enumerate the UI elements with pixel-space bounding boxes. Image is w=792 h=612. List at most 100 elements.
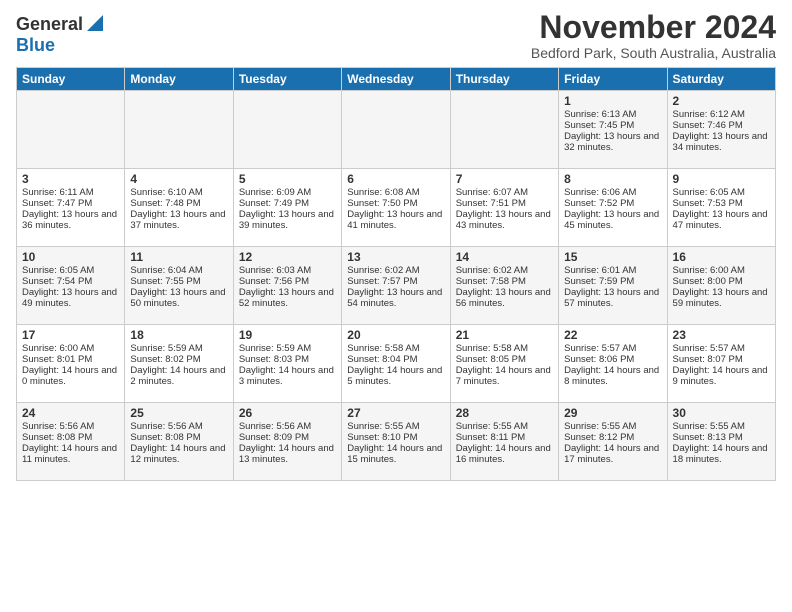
day-info: Sunrise: 6:08 AM bbox=[347, 187, 444, 198]
day-info: Sunset: 8:13 PM bbox=[673, 432, 770, 443]
day-info: Sunset: 7:59 PM bbox=[564, 276, 661, 287]
calendar-cell: 25Sunrise: 5:56 AMSunset: 8:08 PMDayligh… bbox=[125, 403, 233, 481]
calendar-cell: 18Sunrise: 5:59 AMSunset: 8:02 PMDayligh… bbox=[125, 325, 233, 403]
day-info: Daylight: 13 hours and 43 minutes. bbox=[456, 209, 553, 231]
day-number: 21 bbox=[456, 328, 553, 342]
day-info: Daylight: 13 hours and 37 minutes. bbox=[130, 209, 227, 231]
day-info: Daylight: 14 hours and 8 minutes. bbox=[564, 365, 661, 387]
day-number: 12 bbox=[239, 250, 336, 264]
calendar-cell: 30Sunrise: 5:55 AMSunset: 8:13 PMDayligh… bbox=[667, 403, 775, 481]
day-info: Sunset: 8:01 PM bbox=[22, 354, 119, 365]
day-info: Daylight: 13 hours and 59 minutes. bbox=[673, 287, 770, 309]
day-info: Sunrise: 5:58 AM bbox=[456, 343, 553, 354]
day-number: 5 bbox=[239, 172, 336, 186]
day-info: Sunset: 7:54 PM bbox=[22, 276, 119, 287]
day-info: Sunrise: 5:55 AM bbox=[673, 421, 770, 432]
day-info: Daylight: 13 hours and 49 minutes. bbox=[22, 287, 119, 309]
day-info: Sunrise: 5:56 AM bbox=[239, 421, 336, 432]
day-info: Sunrise: 6:13 AM bbox=[564, 109, 661, 120]
day-number: 28 bbox=[456, 406, 553, 420]
day-info: Sunset: 8:04 PM bbox=[347, 354, 444, 365]
day-info: Sunset: 7:56 PM bbox=[239, 276, 336, 287]
logo-blue: Blue bbox=[16, 35, 55, 56]
calendar-cell bbox=[233, 91, 341, 169]
calendar-cell: 23Sunrise: 5:57 AMSunset: 8:07 PMDayligh… bbox=[667, 325, 775, 403]
calendar-week-1: 1Sunrise: 6:13 AMSunset: 7:45 PMDaylight… bbox=[17, 91, 776, 169]
calendar-week-4: 17Sunrise: 6:00 AMSunset: 8:01 PMDayligh… bbox=[17, 325, 776, 403]
calendar-header-tuesday: Tuesday bbox=[233, 68, 341, 91]
day-info: Daylight: 13 hours and 54 minutes. bbox=[347, 287, 444, 309]
day-info: Sunset: 7:57 PM bbox=[347, 276, 444, 287]
day-info: Daylight: 13 hours and 56 minutes. bbox=[456, 287, 553, 309]
header: General Blue November 2024 Bedford Park,… bbox=[16, 10, 776, 61]
day-number: 18 bbox=[130, 328, 227, 342]
day-info: Sunrise: 5:59 AM bbox=[239, 343, 336, 354]
day-info: Sunrise: 6:00 AM bbox=[673, 265, 770, 276]
day-info: Sunset: 7:45 PM bbox=[564, 120, 661, 131]
calendar-cell: 28Sunrise: 5:55 AMSunset: 8:11 PMDayligh… bbox=[450, 403, 558, 481]
day-info: Sunset: 7:46 PM bbox=[673, 120, 770, 131]
day-info: Sunset: 7:48 PM bbox=[130, 198, 227, 209]
calendar-table: SundayMondayTuesdayWednesdayThursdayFrid… bbox=[16, 67, 776, 481]
day-number: 22 bbox=[564, 328, 661, 342]
calendar-cell bbox=[17, 91, 125, 169]
day-info: Sunset: 8:07 PM bbox=[673, 354, 770, 365]
day-number: 6 bbox=[347, 172, 444, 186]
day-info: Sunset: 8:05 PM bbox=[456, 354, 553, 365]
logo: General Blue bbox=[16, 10, 105, 56]
calendar-cell: 13Sunrise: 6:02 AMSunset: 7:57 PMDayligh… bbox=[342, 247, 450, 325]
day-number: 7 bbox=[456, 172, 553, 186]
calendar-header-sunday: Sunday bbox=[17, 68, 125, 91]
day-info: Sunset: 7:50 PM bbox=[347, 198, 444, 209]
calendar-header-saturday: Saturday bbox=[667, 68, 775, 91]
logo-general: General bbox=[16, 14, 83, 35]
title-block: November 2024 Bedford Park, South Austra… bbox=[531, 10, 776, 61]
day-number: 3 bbox=[22, 172, 119, 186]
day-info: Sunrise: 5:55 AM bbox=[456, 421, 553, 432]
calendar-cell: 9Sunrise: 6:05 AMSunset: 7:53 PMDaylight… bbox=[667, 169, 775, 247]
page: General Blue November 2024 Bedford Park,… bbox=[0, 0, 792, 491]
day-number: 10 bbox=[22, 250, 119, 264]
calendar-cell: 24Sunrise: 5:56 AMSunset: 8:08 PMDayligh… bbox=[17, 403, 125, 481]
day-info: Sunset: 8:02 PM bbox=[130, 354, 227, 365]
day-info: Sunrise: 6:05 AM bbox=[22, 265, 119, 276]
calendar-cell: 22Sunrise: 5:57 AMSunset: 8:06 PMDayligh… bbox=[559, 325, 667, 403]
calendar-header-monday: Monday bbox=[125, 68, 233, 91]
day-info: Daylight: 13 hours and 57 minutes. bbox=[564, 287, 661, 309]
calendar-cell: 3Sunrise: 6:11 AMSunset: 7:47 PMDaylight… bbox=[17, 169, 125, 247]
calendar-cell: 27Sunrise: 5:55 AMSunset: 8:10 PMDayligh… bbox=[342, 403, 450, 481]
day-info: Sunset: 7:47 PM bbox=[22, 198, 119, 209]
calendar-cell: 20Sunrise: 5:58 AMSunset: 8:04 PMDayligh… bbox=[342, 325, 450, 403]
day-info: Daylight: 14 hours and 3 minutes. bbox=[239, 365, 336, 387]
day-info: Daylight: 14 hours and 15 minutes. bbox=[347, 443, 444, 465]
calendar-week-3: 10Sunrise: 6:05 AMSunset: 7:54 PMDayligh… bbox=[17, 247, 776, 325]
day-number: 26 bbox=[239, 406, 336, 420]
day-number: 20 bbox=[347, 328, 444, 342]
day-info: Sunrise: 6:03 AM bbox=[239, 265, 336, 276]
page-title: November 2024 bbox=[531, 10, 776, 45]
day-number: 11 bbox=[130, 250, 227, 264]
day-number: 16 bbox=[673, 250, 770, 264]
day-number: 17 bbox=[22, 328, 119, 342]
page-subtitle: Bedford Park, South Australia, Australia bbox=[531, 45, 776, 61]
day-info: Sunrise: 6:07 AM bbox=[456, 187, 553, 198]
day-number: 13 bbox=[347, 250, 444, 264]
calendar-cell bbox=[450, 91, 558, 169]
day-info: Sunrise: 5:57 AM bbox=[564, 343, 661, 354]
calendar-cell: 6Sunrise: 6:08 AMSunset: 7:50 PMDaylight… bbox=[342, 169, 450, 247]
calendar-cell: 2Sunrise: 6:12 AMSunset: 7:46 PMDaylight… bbox=[667, 91, 775, 169]
calendar-header-row: SundayMondayTuesdayWednesdayThursdayFrid… bbox=[17, 68, 776, 91]
day-info: Daylight: 14 hours and 2 minutes. bbox=[130, 365, 227, 387]
day-info: Sunrise: 6:10 AM bbox=[130, 187, 227, 198]
day-number: 14 bbox=[456, 250, 553, 264]
day-info: Sunrise: 6:02 AM bbox=[456, 265, 553, 276]
day-info: Sunset: 7:53 PM bbox=[673, 198, 770, 209]
day-number: 2 bbox=[673, 94, 770, 108]
day-number: 29 bbox=[564, 406, 661, 420]
day-info: Sunset: 8:03 PM bbox=[239, 354, 336, 365]
day-info: Sunset: 8:08 PM bbox=[130, 432, 227, 443]
day-info: Sunset: 7:52 PM bbox=[564, 198, 661, 209]
day-number: 1 bbox=[564, 94, 661, 108]
calendar-cell: 16Sunrise: 6:00 AMSunset: 8:00 PMDayligh… bbox=[667, 247, 775, 325]
day-info: Daylight: 14 hours and 16 minutes. bbox=[456, 443, 553, 465]
